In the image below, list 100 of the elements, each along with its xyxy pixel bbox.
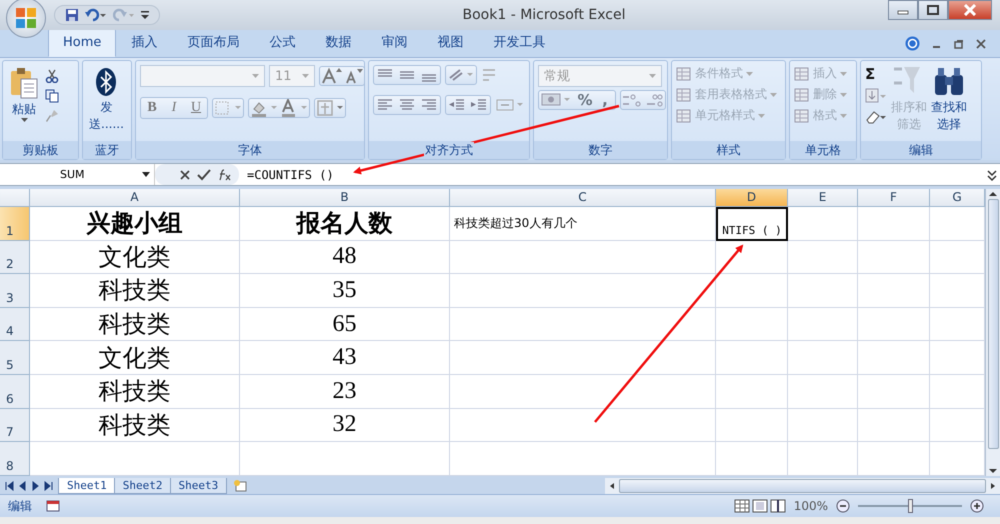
sheet-tab[interactable]: Sheet1 [58,478,116,494]
row-header[interactable]: 6 [0,374,30,409]
horizontal-scrollbar[interactable] [605,478,1000,494]
column-header[interactable]: D [716,189,788,207]
undo-icon[interactable] [85,8,107,22]
column-header[interactable]: C [450,189,716,207]
vertical-scrollbar[interactable] [985,189,1000,476]
table-cell[interactable]: 科技类 [30,374,240,409]
table-cell[interactable] [858,308,930,342]
checkmark-icon[interactable] [197,168,211,180]
table-cell[interactable] [788,240,858,274]
table-cell[interactable]: 文化类 [30,341,240,375]
zoom-in-icon[interactable] [970,499,984,513]
table-cell[interactable] [788,274,858,308]
table-cell[interactable] [450,374,716,409]
font-name-field[interactable] [140,65,265,87]
customize-icon[interactable] [141,10,149,20]
column-header[interactable]: F [858,189,930,207]
sheet-nav-icon[interactable] [43,481,54,491]
sheet-tab[interactable]: Sheet2 [114,478,172,494]
table-cell[interactable]: 科技类 [30,408,240,442]
ribbon-tab[interactable]: Home [48,28,116,57]
redo-icon[interactable] [113,8,135,22]
table-cell[interactable] [450,274,716,308]
new-sheet-icon[interactable] [233,480,250,492]
sheet-nav-icon[interactable] [30,481,41,491]
table-cell[interactable] [788,207,858,241]
table-cell[interactable] [450,408,716,442]
table-cell[interactable]: 科技类 [30,308,240,342]
column-header[interactable]: E [788,189,858,207]
font-color-icon[interactable] [279,99,309,117]
table-cell[interactable] [858,374,930,409]
table-cell[interactable] [788,341,858,375]
save-icon[interactable] [65,8,79,22]
table-cell[interactable] [450,341,716,375]
phonetic-icon[interactable] [315,99,345,117]
ribbon-tab[interactable]: 审阅 [366,28,422,57]
table-cell[interactable] [788,374,858,409]
column-header[interactable]: A [30,189,240,207]
table-cell[interactable]: 35 [240,274,450,308]
close-button[interactable] [948,0,992,20]
row-header[interactable]: 3 [0,274,30,308]
normal-view-icon[interactable] [734,499,750,513]
cancel-icon[interactable] [179,168,191,180]
table-cell[interactable] [716,274,788,308]
minimize-button[interactable] [888,0,918,20]
page-layout-icon[interactable] [752,499,768,513]
ribbon-tab[interactable]: 开发工具 [478,28,560,57]
eraser-icon[interactable] [865,109,887,125]
brush-icon[interactable] [45,109,59,123]
table-cell[interactable]: 32 [240,408,450,442]
font-style-button[interactable]: I [163,98,185,118]
table-cell[interactable]: 65 [240,308,450,342]
table-cell[interactable]: 43 [240,341,450,375]
ribbon-tab[interactable]: 数据 [310,28,366,57]
macro-record-icon[interactable] [46,500,60,512]
table-cell[interactable] [858,341,930,375]
table-cell[interactable] [858,207,930,241]
table-cell[interactable]: 报名人数 [240,207,450,241]
send-button[interactable]: 发 送...... [87,65,126,135]
ribbon-tab[interactable]: 视图 [422,28,478,57]
sheet-nav-icon[interactable] [4,481,15,491]
ribbon-command[interactable]: 查找和 选择 [931,65,967,133]
formula-field[interactable]: =COUNTIFS () [239,168,986,182]
table-cell[interactable]: 48 [240,240,450,274]
table-cell[interactable]: 文化类 [30,240,240,274]
table-cell[interactable] [858,408,930,442]
close-icon[interactable] [976,38,986,48]
sheet-nav-icon[interactable] [17,481,28,491]
row-header[interactable]: 8 [0,442,30,476]
restore-icon[interactable] [954,38,964,48]
page-break-icon[interactable] [770,499,786,513]
row-header[interactable]: 1 [0,207,30,241]
office-button[interactable] [6,0,46,38]
column-header[interactable]: B [240,189,450,207]
table-cell[interactable] [858,240,930,274]
maximize-button[interactable] [918,0,948,20]
font-style-button[interactable]: U [185,98,207,118]
table-cell[interactable] [716,374,788,409]
name-box[interactable]: SUM [0,164,155,185]
table-cell[interactable]: 23 [240,374,450,409]
number-style-button[interactable]: % [575,92,595,108]
autosum-button[interactable]: Σ [865,65,887,83]
table-cell[interactable] [858,274,930,308]
number-style-button[interactable]: , [595,92,615,108]
row-header[interactable]: 2 [0,240,30,274]
copy-icon[interactable] [45,89,59,103]
ribbon-tab[interactable]: 公式 [254,28,310,57]
row-header[interactable]: 7 [0,408,30,442]
table-cell[interactable] [450,240,716,274]
table-cell[interactable] [716,240,788,274]
fill-down-icon[interactable] [865,88,887,104]
paste-button[interactable]: 粘贴 [7,65,41,124]
table-cell[interactable]: 科技类超过30人有几个 [450,207,716,241]
row-header[interactable]: 5 [0,341,30,375]
table-cell[interactable] [450,308,716,342]
grow-font-icon[interactable] [320,67,342,85]
zoom-slider[interactable] [908,499,913,513]
table-cell[interactable] [716,408,788,442]
row-header[interactable]: 4 [0,308,30,342]
